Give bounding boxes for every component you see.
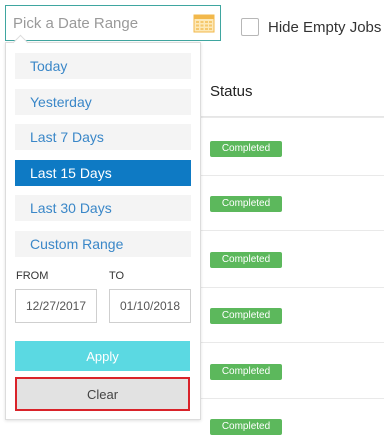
row-divider bbox=[200, 230, 384, 231]
row-divider bbox=[200, 117, 384, 118]
row-divider bbox=[200, 342, 384, 343]
range-option-last-15-days[interactable]: Last 15 Days bbox=[15, 160, 191, 186]
row-divider bbox=[200, 398, 384, 399]
date-range-input[interactable] bbox=[13, 13, 183, 33]
date-range-field[interactable] bbox=[5, 5, 221, 41]
to-date-input[interactable] bbox=[109, 289, 191, 323]
hide-empty-jobs-label: Hide Empty Jobs bbox=[268, 19, 382, 36]
status-badge: Completed bbox=[210, 364, 282, 380]
status-badge: Completed bbox=[210, 141, 282, 157]
status-badge: Completed bbox=[210, 196, 282, 212]
range-option-last-7-days[interactable]: Last 7 Days bbox=[15, 124, 191, 150]
to-label: TO bbox=[109, 270, 125, 282]
status-badge: Completed bbox=[210, 252, 282, 268]
clear-button[interactable]: Clear bbox=[15, 377, 190, 411]
range-option-yesterday[interactable]: Yesterday bbox=[15, 89, 191, 115]
status-column-header: Status bbox=[210, 83, 253, 100]
status-badge: Completed bbox=[210, 419, 282, 435]
from-label: FROM bbox=[16, 270, 49, 282]
apply-button[interactable]: Apply bbox=[15, 341, 190, 371]
calendar-icon[interactable] bbox=[193, 13, 215, 33]
row-divider bbox=[200, 287, 384, 288]
range-option-custom-range[interactable]: Custom Range bbox=[15, 231, 191, 257]
from-date-input[interactable] bbox=[15, 289, 97, 323]
range-option-today[interactable]: Today bbox=[15, 53, 191, 79]
date-range-dropdown: Today Yesterday Last 7 Days Last 15 Days… bbox=[5, 42, 201, 420]
row-divider bbox=[200, 175, 384, 176]
range-option-last-30-days[interactable]: Last 30 Days bbox=[15, 195, 191, 221]
hide-empty-jobs-checkbox[interactable] bbox=[241, 18, 259, 36]
status-badge: Completed bbox=[210, 308, 282, 324]
